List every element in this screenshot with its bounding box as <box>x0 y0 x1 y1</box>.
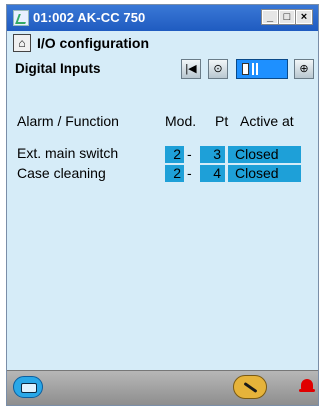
slider-thumb[interactable] <box>242 63 249 75</box>
active-at-cell[interactable]: Closed <box>228 165 301 182</box>
row-label: Ext. main switch <box>17 145 119 161</box>
footer-bar <box>7 370 318 405</box>
page-header: ⌂ I/O configuration <box>7 31 318 55</box>
mod-pt-separator: - <box>187 146 192 162</box>
page-title: I/O configuration <box>37 35 149 51</box>
window-title: 01:002 AK-CC 750 <box>33 10 146 25</box>
pt-cell[interactable]: 3 <box>200 146 225 163</box>
page-scroll-slider[interactable] <box>236 59 288 79</box>
mod-cell[interactable]: 2 <box>165 146 184 163</box>
circle-icon: ⊙ <box>213 63 223 75</box>
next-page-button[interactable]: ⊕ <box>294 59 314 79</box>
mod-pt-separator: - <box>187 165 192 181</box>
active-at-cell[interactable]: Closed <box>228 146 301 163</box>
home-icon: ⌂ <box>18 36 26 50</box>
device-button[interactable] <box>13 376 43 398</box>
pt-cell[interactable]: 4 <box>200 165 225 182</box>
skip-back-icon: |◀ <box>185 63 197 75</box>
section-header: Digital Inputs |◀ ⊙ ⊕ <box>7 57 318 81</box>
app-logo-icon <box>13 10 29 26</box>
close-button[interactable]: × <box>295 9 313 25</box>
maximize-button[interactable]: □ <box>278 9 296 25</box>
col-header-pt: Pt <box>215 113 229 129</box>
title-bar[interactable]: 01:002 AK-CC 750 _ □ × <box>7 5 318 31</box>
col-header-active-at: Active at <box>240 113 294 129</box>
window-controls: _ □ × <box>261 9 313 25</box>
app-window: 01:002 AK-CC 750 _ □ × ⌂ I/O configurati… <box>6 4 319 406</box>
slider-tick <box>256 63 258 75</box>
minimize-button[interactable]: _ <box>261 9 279 25</box>
first-page-button[interactable]: |◀ <box>181 59 201 79</box>
prev-page-button[interactable]: ⊙ <box>208 59 228 79</box>
alarm-button[interactable] <box>299 377 315 395</box>
slider-tick <box>252 63 254 75</box>
home-button[interactable]: ⌂ <box>13 34 31 52</box>
col-header-alarm-function: Alarm / Function <box>17 113 119 129</box>
plus-icon: ⊕ <box>299 63 309 75</box>
col-header-mod: Mod. <box>165 113 197 129</box>
row-label: Case cleaning <box>17 165 106 181</box>
alarm-bell-base <box>299 389 315 392</box>
mod-cell[interactable]: 2 <box>165 165 184 182</box>
service-button[interactable] <box>233 375 267 399</box>
section-title: Digital Inputs <box>15 61 101 76</box>
